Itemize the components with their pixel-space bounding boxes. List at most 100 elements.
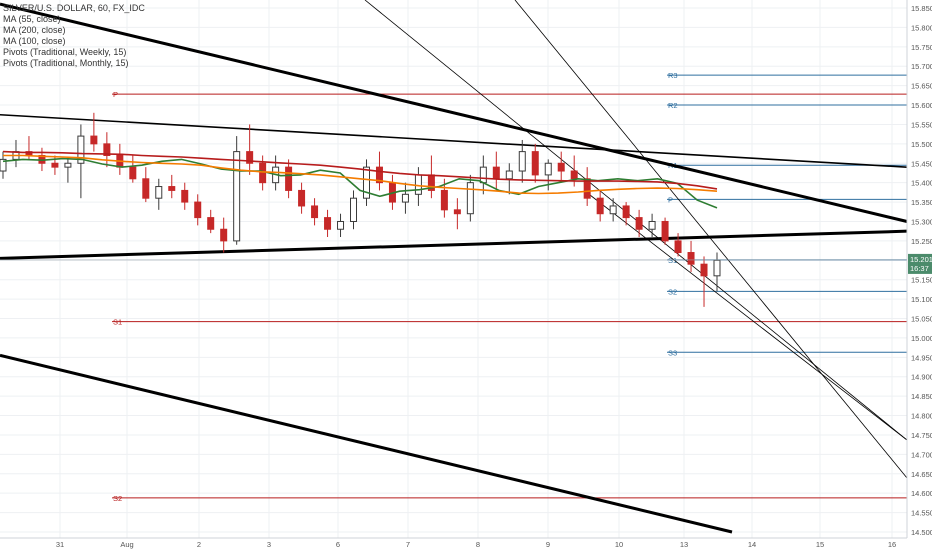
y-tick-label: 15.800 bbox=[911, 23, 932, 32]
trendline bbox=[0, 113, 908, 168]
candle-body bbox=[142, 178, 150, 199]
ma-line bbox=[3, 154, 718, 195]
y-tick-label: 14.500 bbox=[911, 528, 932, 537]
candle-body bbox=[337, 220, 345, 230]
y-tick-label: 15.150 bbox=[911, 276, 932, 285]
y-tick-label: 15.400 bbox=[911, 179, 932, 188]
last-price-value: 15.201 bbox=[910, 255, 932, 264]
candle-body bbox=[635, 217, 643, 230]
candle-body bbox=[194, 201, 202, 219]
trendline bbox=[0, 229, 908, 260]
pivot-label: P bbox=[113, 90, 118, 99]
candle-body bbox=[90, 135, 98, 145]
candle-body bbox=[622, 205, 630, 219]
y-tick-label: 15.550 bbox=[911, 120, 932, 129]
candle-body bbox=[609, 205, 617, 215]
y-tick-label: 15.350 bbox=[911, 198, 932, 207]
y-tick-label: 14.700 bbox=[911, 450, 932, 459]
x-tick-label: 8 bbox=[476, 540, 480, 549]
candle-body bbox=[479, 166, 487, 184]
y-tick-label: 15.100 bbox=[911, 295, 932, 304]
candle-body bbox=[414, 174, 422, 195]
candle-body bbox=[466, 182, 474, 215]
candle-body bbox=[181, 189, 189, 203]
ma-line bbox=[2, 150, 718, 190]
candle-body bbox=[453, 209, 461, 215]
legend-item[interactable]: Pivots (Traditional, Weekly, 15) bbox=[3, 47, 145, 58]
pivot-label: S1 bbox=[113, 318, 122, 327]
legend-item[interactable]: Pivots (Traditional, Monthly, 15) bbox=[3, 58, 145, 69]
candle-body bbox=[129, 166, 137, 180]
trendline bbox=[514, 0, 908, 479]
candle-body bbox=[492, 166, 500, 180]
ma-line bbox=[2, 157, 718, 209]
y-tick-label: 15.700 bbox=[911, 62, 932, 71]
pivot-label: R3 bbox=[668, 71, 678, 80]
y-tick-label: 14.850 bbox=[911, 392, 932, 401]
candle-body bbox=[64, 162, 72, 168]
y-tick-label: 15.750 bbox=[911, 43, 932, 52]
chart-container: PS1S2R3R2R1PS1S2S3 15.85015.80015.75015.… bbox=[0, 0, 932, 550]
candles bbox=[0, 112, 721, 307]
y-tick-label: 15.500 bbox=[911, 140, 932, 149]
x-tick-label: Aug bbox=[120, 540, 133, 549]
candle-body bbox=[51, 162, 59, 168]
y-tick-label: 15.050 bbox=[911, 315, 932, 324]
candle-body bbox=[350, 197, 358, 222]
candle-body bbox=[220, 228, 228, 242]
y-tick-label: 14.800 bbox=[911, 412, 932, 421]
candle-body bbox=[596, 197, 604, 215]
candle-body bbox=[401, 193, 409, 203]
candle-body bbox=[713, 259, 721, 277]
x-tick-label: 16 bbox=[888, 540, 896, 549]
last-price-label: 15.20116:37 bbox=[0, 253, 932, 274]
pivot-label: P bbox=[668, 195, 673, 204]
candlestick-chart[interactable]: PS1S2R3R2R1PS1S2S3 15.85015.80015.75015.… bbox=[0, 0, 932, 550]
x-tick-label: 15 bbox=[816, 540, 824, 549]
y-tick-label: 15.450 bbox=[911, 159, 932, 168]
candle-body bbox=[700, 263, 708, 277]
x-tick-label: 31 bbox=[56, 540, 64, 549]
y-tick-label: 14.550 bbox=[911, 509, 932, 518]
legend-item[interactable]: MA (200, close) bbox=[3, 25, 145, 36]
x-tick-label: 7 bbox=[406, 540, 410, 549]
candle-body bbox=[207, 217, 215, 230]
legend: SILVER/U.S. DOLLAR, 60, FX_IDC MA (55, c… bbox=[3, 3, 145, 69]
y-tick-label: 15.600 bbox=[911, 101, 932, 110]
candle-body bbox=[285, 166, 293, 191]
pivot-label: S2 bbox=[668, 287, 677, 296]
y-tick-label: 15.850 bbox=[911, 4, 932, 13]
candle-body bbox=[505, 170, 513, 180]
candle-body bbox=[531, 151, 539, 176]
candle-body bbox=[311, 205, 319, 219]
x-tick-label: 9 bbox=[546, 540, 550, 549]
candle-body bbox=[155, 186, 163, 199]
y-tick-label: 15.300 bbox=[911, 217, 932, 226]
y-tick-label: 14.950 bbox=[911, 353, 932, 362]
grid bbox=[0, 0, 907, 538]
x-tick-label: 13 bbox=[680, 540, 688, 549]
y-tick-label: 15.250 bbox=[911, 237, 932, 246]
candle-body bbox=[518, 151, 526, 172]
x-tick-label: 6 bbox=[336, 540, 340, 549]
candle-body bbox=[298, 189, 306, 207]
candle-body bbox=[544, 162, 552, 176]
pivot-label: S2 bbox=[113, 494, 122, 503]
y-tick-label: 14.600 bbox=[911, 489, 932, 498]
y-tick-label: 15.650 bbox=[911, 82, 932, 91]
candle-body bbox=[440, 189, 448, 211]
candle-body bbox=[233, 151, 241, 242]
legend-item[interactable]: MA (55, close) bbox=[3, 14, 145, 25]
pivot-label: S1 bbox=[668, 256, 677, 265]
candle-body bbox=[324, 217, 332, 230]
x-tick-label: 3 bbox=[267, 540, 271, 549]
y-tick-label: 15.000 bbox=[911, 334, 932, 343]
trendlines bbox=[0, 0, 908, 534]
y-tick-label: 14.750 bbox=[911, 431, 932, 440]
chart-title: SILVER/U.S. DOLLAR, 60, FX_IDC bbox=[3, 3, 145, 13]
candle-body bbox=[168, 186, 176, 191]
candle-body bbox=[648, 220, 656, 230]
legend-item[interactable]: MA (100, close) bbox=[3, 36, 145, 47]
pivot-label: R2 bbox=[668, 101, 678, 110]
moving-averages bbox=[2, 150, 718, 209]
